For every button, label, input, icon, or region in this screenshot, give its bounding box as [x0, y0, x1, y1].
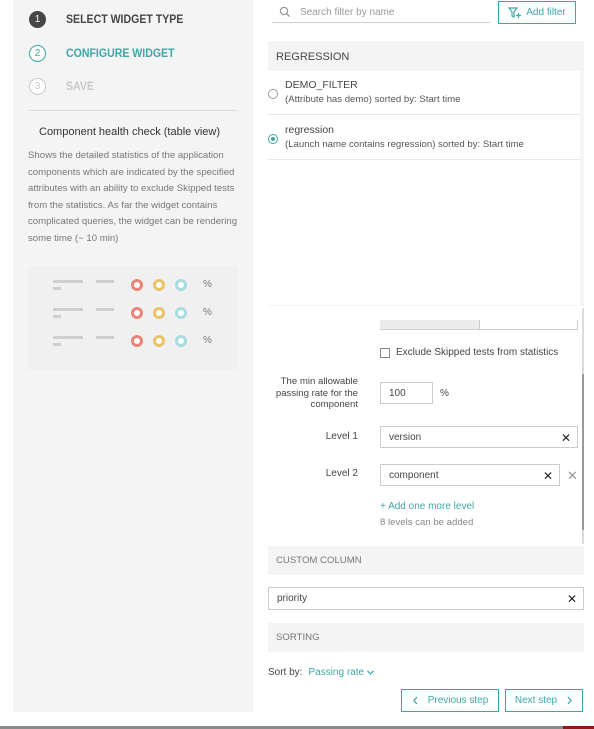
- previous-step-button[interactable]: Previous step: [401, 689, 499, 712]
- collapsed-field: [479, 320, 578, 330]
- divider: [29, 110, 237, 111]
- yellow-circle-icon: [153, 307, 165, 319]
- filter-list: REGRESSION DEMO_FILTER (Attribute has de…: [268, 41, 584, 306]
- red-circle-icon: [131, 279, 143, 291]
- widget-description: Shows the detailed statistics of the app…: [28, 150, 238, 244]
- scrollbar-thumb[interactable]: [582, 374, 584, 530]
- step-save: 3 SAVE: [29, 77, 98, 95]
- filter-add-icon: [508, 6, 522, 18]
- checkbox-label: Exclude Skipped tests from statistics: [396, 347, 559, 358]
- filter-search: [272, 2, 490, 23]
- preview-row: %: [50, 335, 240, 349]
- sorting-header: SORTING: [268, 623, 584, 652]
- sort-by-value: Passing rate: [308, 667, 365, 678]
- custom-column-header: CUSTOM COLUMN: [268, 546, 584, 575]
- filter-description: (Attribute has demo) sorted by: Start ti…: [285, 94, 461, 105]
- custom-column-input[interactable]: priority ✕: [268, 587, 584, 610]
- red-circle-icon: [131, 335, 143, 347]
- next-step-button[interactable]: Next step: [505, 689, 583, 712]
- chevron-right-icon: [567, 696, 572, 705]
- filter-item[interactable]: DEMO_FILTER (Attribute has demo) sorted …: [268, 71, 580, 115]
- level-1-input[interactable]: version ✕: [380, 426, 578, 448]
- collapsed-field: [380, 320, 479, 330]
- next-step-label: Next step: [514, 695, 558, 706]
- search-input[interactable]: [300, 6, 480, 18]
- add-filter-button[interactable]: Add filter: [498, 1, 576, 24]
- sort-by-dropdown[interactable]: Passing rate: [308, 667, 374, 678]
- step-label: SAVE: [66, 79, 94, 93]
- preview-percent: %: [203, 335, 212, 346]
- level-1-label: Level 1: [325, 431, 358, 442]
- sort-by-label: Sort by:: [268, 667, 303, 678]
- filter-group-header: REGRESSION: [276, 51, 350, 63]
- previous-step-label: Previous step: [427, 695, 489, 706]
- level-2-label: Level 2: [325, 468, 358, 479]
- level-2-input[interactable]: component ✕: [380, 464, 560, 486]
- step-number-2: 2: [29, 44, 46, 62]
- sort-by: Sort by: Passing rate: [268, 667, 374, 678]
- percent-sign: %: [440, 388, 449, 399]
- yellow-circle-icon: [153, 279, 165, 291]
- add-filter-label: Add filter: [526, 7, 566, 18]
- teal-circle-icon: [175, 307, 187, 319]
- checkbox[interactable]: [380, 347, 390, 358]
- preview-percent: %: [203, 307, 212, 318]
- custom-column-value: priority: [277, 593, 308, 604]
- preview-percent: %: [203, 279, 212, 290]
- add-level-link[interactable]: + Add one more level: [380, 501, 474, 512]
- min-rate-label: The min allowable passing rate for the c…: [275, 376, 358, 410]
- filter-name: DEMO_FILTER: [285, 79, 358, 91]
- scrollbar[interactable]: [582, 308, 584, 544]
- chevron-down-icon: [366, 670, 374, 675]
- yellow-circle-icon: [153, 335, 165, 347]
- widget-config-form: Exclude Skipped tests from statistics Th…: [268, 306, 580, 544]
- step-number-1: 1: [29, 10, 46, 28]
- filter-items: DEMO_FILTER (Attribute has demo) sorted …: [268, 71, 580, 305]
- step-label: CONFIGURE WIDGET: [66, 46, 175, 60]
- levels-remaining: 8 levels can be added: [380, 517, 474, 528]
- step-configure-widget[interactable]: 2 CONFIGURE WIDGET: [29, 44, 189, 62]
- clear-icon[interactable]: ✕: [567, 592, 577, 606]
- step-select-widget-type[interactable]: 1 SELECT WIDGET TYPE: [29, 10, 199, 28]
- clear-icon[interactable]: ✕: [561, 431, 571, 445]
- configure-panel: Add filter REGRESSION DEMO_FILTER (Attri…: [268, 0, 584, 712]
- red-circle-icon: [131, 307, 143, 319]
- chevron-left-icon: [412, 696, 418, 705]
- teal-circle-icon: [175, 279, 187, 291]
- radio-button-selected[interactable]: [268, 134, 278, 144]
- min-rate-input[interactable]: 100: [380, 382, 433, 404]
- radio-button[interactable]: [268, 89, 278, 99]
- widget-preview: % % %: [28, 266, 238, 370]
- filter-description: (Launch name contains regression) sorted…: [285, 139, 524, 150]
- widget-title: Component health check (table view): [39, 126, 220, 138]
- preview-row: %: [50, 279, 240, 293]
- search-icon: [279, 6, 290, 17]
- preview-row: %: [50, 307, 240, 321]
- remove-level-icon[interactable]: ✕: [567, 468, 578, 484]
- step-number-3: 3: [29, 77, 46, 95]
- level-2-value: component: [389, 469, 439, 481]
- level-1-value: version: [389, 431, 422, 443]
- teal-circle-icon: [175, 335, 187, 347]
- exclude-skipped-checkbox[interactable]: Exclude Skipped tests from statistics: [380, 347, 558, 358]
- filter-item[interactable]: regression (Launch name contains regress…: [268, 116, 580, 160]
- step-label: SELECT WIDGET TYPE: [66, 12, 184, 26]
- wizard-sidebar: 1 SELECT WIDGET TYPE 2 CONFIGURE WIDGET …: [13, 0, 253, 712]
- clear-icon[interactable]: ✕: [543, 469, 553, 483]
- filter-name: regression: [285, 124, 335, 136]
